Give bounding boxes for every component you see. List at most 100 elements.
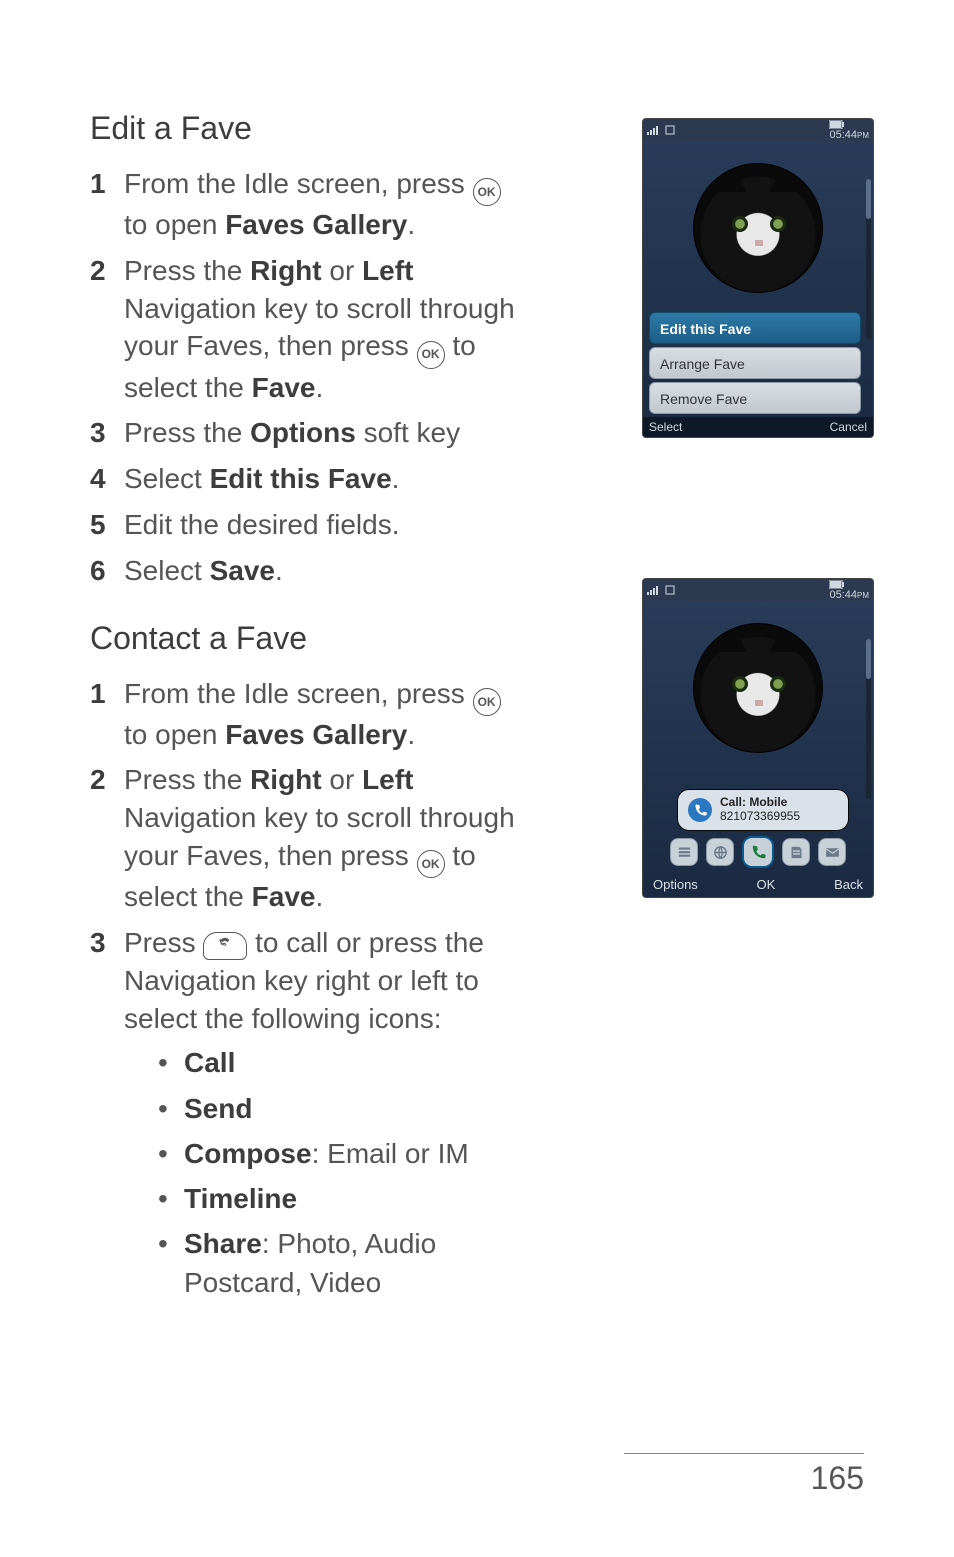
- step: From the Idle screen, press OK to open F…: [90, 675, 530, 754]
- step: Edit the desired fields.: [90, 506, 530, 544]
- bold: Faves Gallery: [225, 719, 407, 750]
- bold: Faves Gallery: [225, 209, 407, 240]
- bold: Fave: [252, 372, 316, 403]
- status-ampm: PM: [857, 591, 869, 600]
- heading-edit-fave: Edit a Fave: [90, 110, 530, 147]
- softkey-bar: Select Cancel: [643, 417, 873, 437]
- call-key-icon: [203, 932, 247, 960]
- step: Select Save.: [90, 552, 530, 590]
- status-bar: 05:44PM: [643, 579, 873, 601]
- text: to open: [124, 719, 225, 750]
- phone-screenshot-edit-fave: 05:44PM Edit this Fave Arrange Fave Remo…: [642, 118, 874, 438]
- steps-contact-fave: From the Idle screen, press OK to open F…: [90, 675, 530, 1303]
- bold: Options: [250, 417, 356, 448]
- bold: Share: [184, 1228, 262, 1259]
- text: soft key: [356, 417, 460, 448]
- scrollbar[interactable]: [866, 639, 871, 799]
- bullet: Share: Photo, Audio Postcard, Video: [124, 1224, 530, 1302]
- bold: Compose: [184, 1138, 312, 1169]
- bold: Left: [362, 255, 413, 286]
- bold: Right: [250, 764, 322, 795]
- softkey-ok[interactable]: OK: [757, 873, 776, 897]
- bold: Edit this Fave: [210, 463, 392, 494]
- heading-contact-fave: Contact a Fave: [90, 620, 530, 657]
- text: Edit the desired fields.: [124, 509, 400, 540]
- text: .: [275, 555, 283, 586]
- bold: Fave: [252, 881, 316, 912]
- step: Press the Right or Left Navigation key t…: [90, 252, 530, 406]
- text: .: [315, 372, 323, 403]
- text: .: [392, 463, 400, 494]
- timeline-icon[interactable]: [670, 838, 698, 866]
- page-footer: 165: [624, 1453, 864, 1497]
- status-time: 05:44: [829, 129, 857, 141]
- step: Select Edit this Fave.: [90, 460, 530, 498]
- text: to open: [124, 209, 225, 240]
- compose-icon[interactable]: [818, 838, 846, 866]
- send-icon[interactable]: [782, 838, 810, 866]
- step: Press to call or press the Navigation ke…: [90, 924, 530, 1303]
- bold: Call: [184, 1047, 235, 1078]
- text: .: [407, 719, 415, 750]
- text: : Email or IM: [312, 1138, 469, 1169]
- text: Select: [124, 555, 210, 586]
- phone-icon: [688, 798, 712, 822]
- menu-item-remove-fave[interactable]: Remove Fave: [649, 382, 861, 414]
- steps-edit-fave: From the Idle screen, press OK to open F…: [90, 165, 530, 590]
- text: or: [322, 255, 362, 286]
- softkey-cancel[interactable]: Cancel: [830, 417, 867, 437]
- ok-key-icon: OK: [417, 850, 445, 878]
- options-menu: Edit this Fave Arrange Fave Remove Fave: [649, 312, 861, 417]
- bold: Timeline: [184, 1183, 297, 1214]
- share-icon[interactable]: [706, 838, 734, 866]
- bold: Left: [362, 764, 413, 795]
- bullet: Send: [124, 1089, 530, 1128]
- battery-icon: [829, 120, 869, 129]
- softkey-select[interactable]: Select: [649, 417, 682, 437]
- text: .: [315, 881, 323, 912]
- battery-icon: [829, 580, 869, 589]
- softkey-back[interactable]: Back: [834, 873, 863, 897]
- card-icon: [665, 125, 675, 135]
- step: Press the Right or Left Navigation key t…: [90, 761, 530, 915]
- softkey-options[interactable]: Options: [653, 873, 698, 897]
- menu-item-arrange-fave[interactable]: Arrange Fave: [649, 347, 861, 379]
- text: From the Idle screen, press: [124, 678, 473, 709]
- status-time: 05:44: [829, 589, 857, 601]
- bullet: Timeline: [124, 1179, 530, 1218]
- call-number: 821073369955: [720, 809, 800, 823]
- page-number: 165: [624, 1460, 864, 1497]
- card-icon: [665, 585, 675, 595]
- icon-bullets: Call Send Compose: Email or IM Timeline …: [124, 1043, 530, 1302]
- text: Press the: [124, 764, 250, 795]
- phone-screenshot-contact-fave: 05:44PM Call: Mobile 821073369955 Option…: [642, 578, 874, 898]
- action-icon-row: [643, 835, 873, 869]
- text: Press the: [124, 255, 250, 286]
- bold: Send: [184, 1093, 252, 1124]
- step: Press the Options soft key: [90, 414, 530, 452]
- call-label: Call: Mobile: [720, 795, 787, 809]
- signal-icon: [647, 585, 661, 595]
- status-bar: 05:44PM: [643, 119, 873, 141]
- call-tooltip: Call: Mobile 821073369955: [677, 789, 849, 831]
- contact-photo: [693, 163, 823, 293]
- bullet: Compose: Email or IM: [124, 1134, 530, 1173]
- text: Select: [124, 463, 210, 494]
- status-ampm: PM: [857, 131, 869, 140]
- text: or: [322, 764, 362, 795]
- menu-item-edit-this-fave[interactable]: Edit this Fave: [649, 312, 861, 344]
- step: From the Idle screen, press OK to open F…: [90, 165, 530, 244]
- call-icon[interactable]: [742, 836, 774, 868]
- ok-key-icon: OK: [417, 341, 445, 369]
- text: From the Idle screen, press: [124, 168, 473, 199]
- ok-key-icon: OK: [473, 688, 501, 716]
- text: .: [407, 209, 415, 240]
- bullet: Call: [124, 1043, 530, 1082]
- scrollbar[interactable]: [866, 179, 871, 339]
- softkey-bar: Options OK Back: [643, 873, 873, 897]
- signal-icon: [647, 125, 661, 135]
- bold: Right: [250, 255, 322, 286]
- bold: Save: [210, 555, 275, 586]
- text: Press: [124, 927, 203, 958]
- text: Press the: [124, 417, 250, 448]
